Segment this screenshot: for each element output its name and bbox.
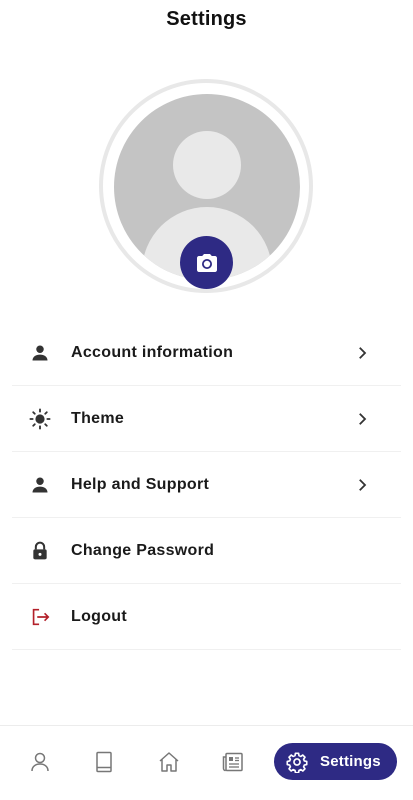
chevron-right-icon [359, 412, 367, 425]
nav-settings-label: Settings [320, 753, 381, 770]
person-icon [28, 473, 52, 497]
menu-item-help-and-support[interactable]: Help and Support [12, 452, 401, 518]
camera-icon [196, 253, 217, 272]
menu-item-theme[interactable]: Theme [12, 386, 401, 452]
book-icon[interactable] [92, 750, 116, 774]
avatar-placeholder-head [173, 131, 241, 199]
menu-item-label: Change Password [71, 541, 215, 559]
settings-screen: Settings Account information Theme Help … [0, 0, 413, 800]
menu-item-logout[interactable]: Logout [12, 584, 401, 650]
change-photo-button[interactable] [180, 236, 233, 289]
news-icon[interactable] [221, 750, 245, 774]
lock-icon [28, 539, 52, 563]
gear-icon [286, 751, 308, 773]
settings-menu: Account information Theme Help and Suppo… [12, 320, 401, 650]
menu-item-label: Logout [71, 607, 127, 625]
page-title: Settings [166, 8, 247, 30]
profile-icon[interactable] [28, 750, 52, 774]
menu-item-change-password[interactable]: Change Password [12, 518, 401, 584]
home-icon[interactable] [157, 750, 181, 774]
chevron-right-icon [359, 346, 367, 359]
sun-icon [28, 407, 52, 431]
chevron-right-icon [359, 478, 367, 491]
nav-settings-button[interactable]: Settings [274, 743, 397, 780]
menu-item-label: Account information [71, 343, 234, 361]
person-icon [28, 341, 52, 365]
bottom-nav: Settings [0, 725, 413, 800]
menu-item-label: Theme [71, 409, 125, 427]
menu-item-label: Help and Support [71, 475, 210, 493]
logout-icon [28, 605, 52, 629]
menu-item-account-information[interactable]: Account information [12, 320, 401, 386]
